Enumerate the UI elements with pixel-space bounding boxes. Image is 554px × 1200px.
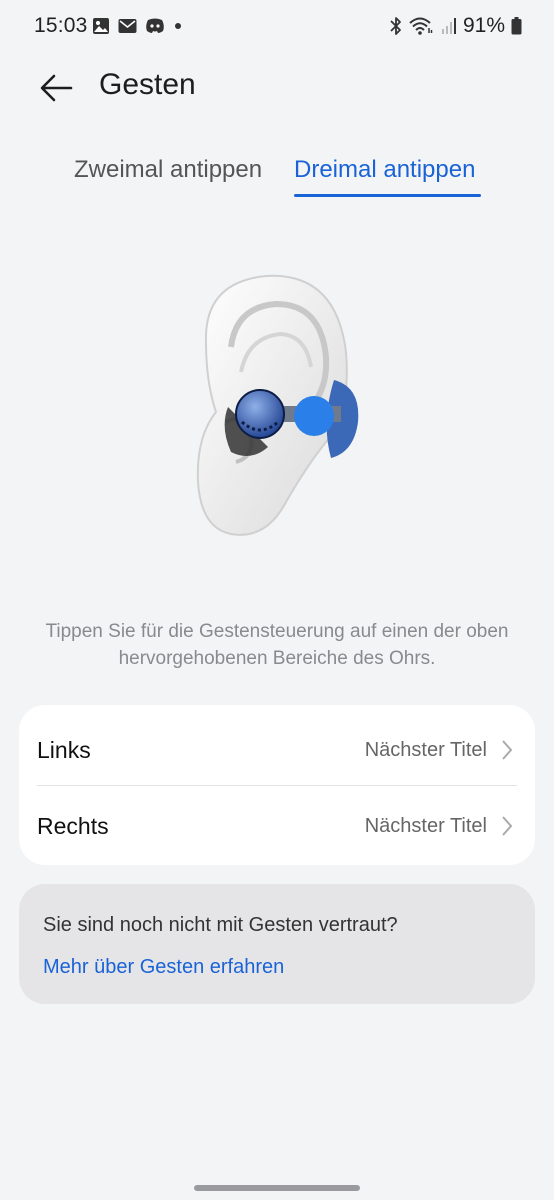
gallery-icon bbox=[93, 18, 109, 34]
ear-illustration bbox=[176, 262, 376, 552]
row-left-label: Links bbox=[37, 737, 91, 763]
wifi-icon bbox=[409, 17, 433, 35]
row-right[interactable]: Rechts Nächster Titel bbox=[19, 785, 535, 863]
home-indicator[interactable] bbox=[194, 1185, 360, 1191]
row-right-value: Nächster Titel bbox=[364, 815, 487, 837]
dot-icon bbox=[175, 23, 181, 29]
chevron-right-icon bbox=[502, 740, 513, 760]
signal-icon bbox=[441, 18, 456, 34]
back-button[interactable] bbox=[34, 66, 78, 110]
row-left-value: Nächster Titel bbox=[364, 739, 487, 761]
battery-percent: 91% bbox=[462, 14, 505, 37]
info-card: Sie sind noch nicht mit Gesten vertraut?… bbox=[19, 884, 535, 1004]
tab-bar: Zweimal antippen Dreimal antippen bbox=[0, 156, 554, 204]
status-time: 15:03 bbox=[34, 14, 88, 37]
info-text: Sie sind noch nicht mit Gesten vertraut? bbox=[43, 914, 398, 936]
mail-icon bbox=[118, 19, 137, 33]
system-icons: 91% bbox=[389, 14, 522, 38]
bluetooth-icon bbox=[390, 17, 401, 35]
gesture-hint: Tippen Sie für die Gestensteuerung auf e… bbox=[45, 621, 509, 669]
battery-icon bbox=[511, 17, 522, 35]
page-title: Gesten bbox=[99, 68, 196, 101]
row-right-label: Rechts bbox=[37, 813, 109, 839]
tab-triple-tap[interactable]: Dreimal antippen bbox=[294, 156, 475, 184]
app-header: Gesten bbox=[0, 56, 554, 120]
notification-icons bbox=[92, 17, 183, 35]
tab-selected-indicator bbox=[294, 194, 481, 197]
chevron-right-icon bbox=[502, 816, 513, 836]
gesture-settings-card: Links Nächster Titel Rechts Nächster Tit… bbox=[19, 705, 535, 865]
discord-icon bbox=[146, 18, 164, 33]
arrow-left-icon bbox=[40, 74, 73, 102]
tab-double-tap[interactable]: Zweimal antippen bbox=[74, 156, 262, 184]
row-left[interactable]: Links Nächster Titel bbox=[19, 709, 535, 787]
status-bar: 15:03 91% bbox=[0, 0, 554, 56]
learn-more-link[interactable]: Mehr über Gesten erfahren bbox=[43, 956, 284, 979]
